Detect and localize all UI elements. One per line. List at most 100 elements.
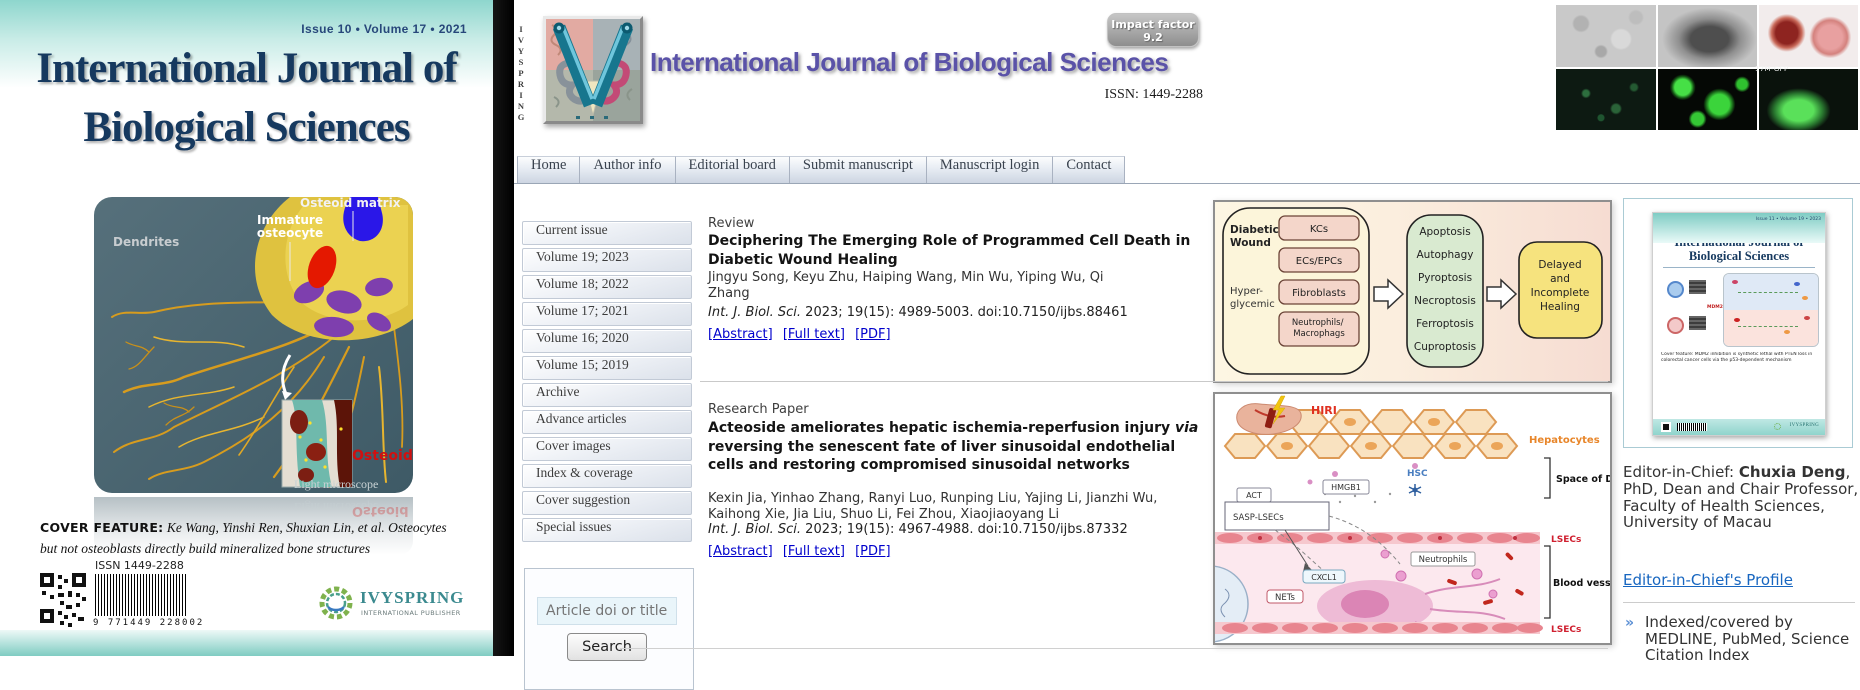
montage-tile-gfp: 17M-GFP [1759, 69, 1858, 130]
article1-abstract-link[interactable]: [Abstract] [708, 327, 773, 342]
article1-citation-rest: 2023; 19(15): 4989-5003. doi:10.7150/ijb… [801, 305, 1128, 320]
fig1-cuproptosis: Cuproptosis [1414, 341, 1476, 353]
fig1-fibroblasts: Fibroblasts [1292, 288, 1346, 299]
fig1-necroptosis: Necroptosis [1414, 295, 1476, 307]
gfp-tile-label: 17M-GFP [1755, 65, 1854, 73]
article2-figure-thumbnail[interactable]: HIRI Hepatocytes HSC Space of Disse ACT … [1213, 392, 1612, 645]
fig2-hmgb1-label: HMGB1 [1331, 483, 1361, 492]
ivyspring-logo[interactable] [543, 16, 643, 124]
impact-factor-badge: Impact factor 9.2 [1107, 13, 1199, 47]
thumb-title-line2: Biological Sciences [1653, 249, 1825, 263]
fig1-macrophags: Macrophags [1293, 329, 1345, 339]
ivyspring-subtitle: INTERNATIONAL PUBLISHER [361, 609, 461, 617]
fig1-outcome-2: and [1550, 273, 1570, 285]
thumb-wreath-icon [1774, 423, 1781, 430]
montage-tile-dark-fluorescence [1556, 69, 1656, 130]
fig2-cxcl1-label: CXCL1 [1311, 573, 1337, 582]
article2-fulltext-link[interactable]: [Full text] [783, 544, 845, 559]
article1-journal-abbrev: Int. J. Biol. Sci. [708, 305, 801, 320]
thumb-mdm2-label: MDM2 [1707, 305, 1723, 310]
ivyspring-wordmark: IVYSPRING [360, 588, 464, 608]
article1-pdf-link[interactable]: [PDF] [855, 327, 890, 342]
thumb-chip-1 [1689, 280, 1706, 294]
nav-tab-author-info[interactable]: Author info [580, 156, 675, 183]
fig1-outcome-4: Healing [1540, 301, 1580, 313]
main-nav: Home Author info Editorial board Submit … [514, 156, 1860, 184]
article2-type-label: Research Paper [708, 402, 809, 417]
thumb-bottom-bar: IVYSPRING [1653, 419, 1825, 435]
nav-tab-editorial-board[interactable]: Editorial board [676, 156, 790, 183]
ivyspring-wreath-icon [316, 583, 356, 627]
article2-title-post: reversing the senescent fate of liver si… [708, 439, 1175, 474]
fig2-lsecs-bottom-label: LSECs [1551, 625, 1581, 635]
thumb-cell-blue [1667, 281, 1684, 298]
article2-links: [Abstract] [Full text] [PDF] [708, 540, 896, 559]
editor-profile-link[interactable]: Editor-in-Chief's Profile [1623, 571, 1793, 589]
article2-title: Acteoside ameliorates hepatic ischemia-r… [708, 419, 1200, 475]
sidebar-item-cover-suggestion[interactable]: Cover suggestion [522, 491, 692, 515]
footer-divider [620, 648, 1608, 649]
liver-sinusoid-diagram: HIRI Hepatocytes HSC Space of Disse ACT … [1215, 394, 1610, 643]
sidebar-item-volume-19[interactable]: Volume 19; 2023 [522, 248, 692, 272]
cover-montage-images: 17M-GFP [1556, 5, 1860, 132]
cell-death-flowchart: Diabetic Wound Hyper- glycemic KCs ECs/E… [1215, 202, 1610, 381]
ivyspring-logo-art [546, 19, 640, 121]
article2-pdf-link[interactable]: [PDF] [855, 544, 890, 559]
fig2-blood-vessel-label: Blood vessel [1553, 578, 1610, 589]
nav-tab-contact[interactable]: Contact [1053, 156, 1125, 183]
bullet-arrow-icon: » [1625, 615, 1634, 631]
fig2-hsc-label: HSC [1407, 469, 1428, 479]
editor-in-chief-blurb: Editor-in-Chief: Chuxia Deng, PhD, Dean … [1623, 464, 1860, 531]
immature-osteocyte-label-2: osteocyte [257, 226, 323, 240]
cover-issn-label: ISSN 1449-2288 [95, 559, 184, 572]
indexed-coverage-text: Indexed/covered by MEDLINE, PubMed, Scie… [1645, 614, 1859, 664]
montage-tile-phase-contrast-2 [1658, 5, 1757, 67]
fig2-hepatocytes-label: Hepatocytes [1529, 435, 1600, 446]
article2-citation: Int. J. Biol. Sci. 2023; 19(15): 4967-49… [708, 522, 1128, 537]
svg-text:Neutrophils/ Macrophags: Neutrophils/ Macrophags [1292, 318, 1346, 339]
thumb-publisher: IVYSPRING [1790, 423, 1819, 428]
light-microscope-label: Light microscope [294, 477, 378, 491]
fig2-space-of-disse-label: Space of Disse [1556, 474, 1610, 485]
sidebar-item-volume-17[interactable]: Volume 17; 2021 [522, 302, 692, 326]
sidebar-item-index-coverage[interactable]: Index & coverage [522, 464, 692, 488]
article1-figure-thumbnail[interactable]: Diabetic Wound Hyper- glycemic KCs ECs/E… [1213, 200, 1612, 383]
cover-bottom-gradient [0, 630, 493, 656]
article2-authors: Kexin Jia, Yinhao Zhang, Ranyi Luo, Runp… [708, 491, 1193, 523]
search-input[interactable] [537, 597, 677, 625]
fig2-act-label: ACT [1246, 491, 1262, 500]
osteocyte-illustration: Dendrites Immature osteocyte Osteoid mat… [94, 197, 413, 493]
qr-code [38, 571, 88, 633]
article1-authors: Jingyu Song, Keyu Zhu, Haiping Wang, Min… [708, 270, 1133, 302]
nav-tab-submit-manuscript[interactable]: Submit manuscript [790, 156, 927, 183]
sidebar-item-volume-16[interactable]: Volume 16; 2020 [522, 329, 692, 353]
sidebar-item-volume-18[interactable]: Volume 18; 2022 [522, 275, 692, 299]
scan-divider [493, 0, 514, 656]
fig1-neutrophils: Neutrophils/ [1292, 318, 1344, 328]
sidebar-item-cover-images[interactable]: Cover images [522, 437, 692, 461]
article1-fulltext-link[interactable]: [Full text] [783, 327, 845, 342]
cover-feature-label: COVER FEATURE: [40, 520, 163, 535]
sidebar-item-special-issues[interactable]: Special issues [522, 518, 692, 542]
fig2-nets-label: NETs [1275, 593, 1296, 603]
nav-tab-manuscript-login[interactable]: Manuscript login [927, 156, 1053, 183]
sidebar-item-current-issue[interactable]: Current issue [522, 221, 692, 245]
nav-tab-home[interactable]: Home [517, 156, 580, 183]
fig1-hyper-label: Hyper- [1230, 286, 1263, 297]
thumb-caption: Cover feature: MDM2 inhibition is synthe… [1661, 352, 1817, 369]
current-issue-cover-box[interactable]: Issue 11 • Volume 19 • 2023 Internationa… [1623, 198, 1853, 448]
sidebar-item-volume-15[interactable]: Volume 15; 2019 [522, 356, 692, 380]
sidebar-item-archive[interactable]: Archive [522, 383, 692, 407]
sidebar-item-advance-articles[interactable]: Advance articles [522, 410, 692, 434]
article2-abstract-link[interactable]: [Abstract] [708, 544, 773, 559]
montage-tile-green-fluorescence [1658, 69, 1757, 130]
editor-label: Editor-in-Chief: [1623, 463, 1739, 481]
ivyspring-vertical-text: IVYSPRING [516, 24, 526, 120]
impact-factor-value: 9.2 [1108, 31, 1198, 44]
thumb-chip-2 [1689, 316, 1706, 330]
fig1-ecs-epcs: ECs/EPCs [1296, 256, 1342, 267]
search-button[interactable]: Search [567, 633, 647, 661]
barcode-digits: 9 771449 228002 [93, 618, 204, 628]
immature-osteocyte-label-1: Immature [257, 213, 323, 227]
fig1-pyroptosis: Pyroptosis [1418, 272, 1472, 284]
